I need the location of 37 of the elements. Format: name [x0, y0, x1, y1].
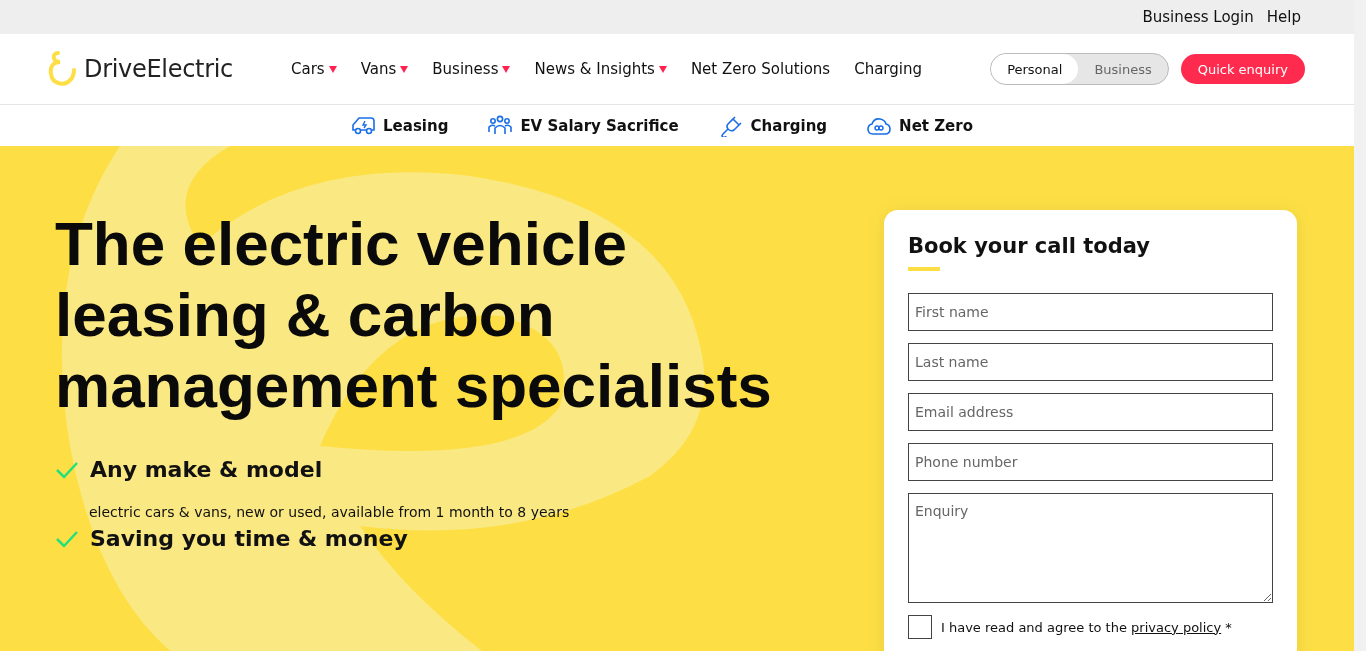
quick-enquiry-button[interactable]: Quick enquiry [1180, 54, 1305, 84]
toggle-option[interactable]: Personal [991, 54, 1079, 84]
enquiry-field[interactable]: Enquiry [908, 493, 1273, 603]
nav-link[interactable]: Business [432, 60, 511, 78]
top-link[interactable]: Help [1266, 8, 1301, 26]
toggle-option[interactable]: Business [1078, 54, 1168, 84]
hero-heading: The electric vehicle leasing & carbon management specialists [55, 208, 773, 421]
input-field[interactable]: Phone number [908, 443, 1273, 481]
input-field[interactable]: Email address [908, 393, 1273, 431]
input-field[interactable]: Last name [908, 343, 1273, 381]
subnav-link[interactable]: Net Zero [899, 116, 973, 135]
checkbox[interactable] [908, 615, 932, 639]
van-icon [351, 114, 376, 137]
feature-text: electric cars & vans, new or used, available from 1 month to 8 years [89, 504, 571, 520]
consent-text: I have read and agree to the privacy policy * [941, 619, 1232, 635]
check-icon [55, 460, 79, 479]
subnav-link[interactable]: EV Salary Sacrifice [520, 116, 679, 135]
check-icon [55, 529, 79, 548]
people-icon [488, 114, 513, 137]
feature-title: Any make & model [90, 457, 323, 482]
nav-link[interactable]: Vans [360, 60, 409, 78]
privacy-policy-link[interactable]: privacy policy [1131, 619, 1222, 635]
nav-link[interactable]: News & Insights [534, 60, 667, 78]
subnav-link[interactable]: Charging [750, 116, 828, 135]
title-underline [908, 267, 940, 271]
form-title: Book your call today [908, 234, 1151, 258]
logo-icon [48, 50, 78, 88]
top-link[interactable]: Business Login [1142, 8, 1254, 26]
nav-link[interactable]: Net Zero Solutions [690, 60, 831, 78]
subnav-link[interactable]: Leasing [383, 116, 449, 135]
scrollbar-track[interactable] [1354, 0, 1366, 651]
nav-link[interactable]: Charging [854, 60, 922, 78]
input-field[interactable]: First name [908, 293, 1273, 331]
feature-title: Saving you time & money [90, 526, 408, 551]
logo-text[interactable]: DriveElectric [84, 55, 234, 83]
nav-link[interactable]: Cars [291, 60, 337, 78]
plug-icon [718, 114, 743, 137]
